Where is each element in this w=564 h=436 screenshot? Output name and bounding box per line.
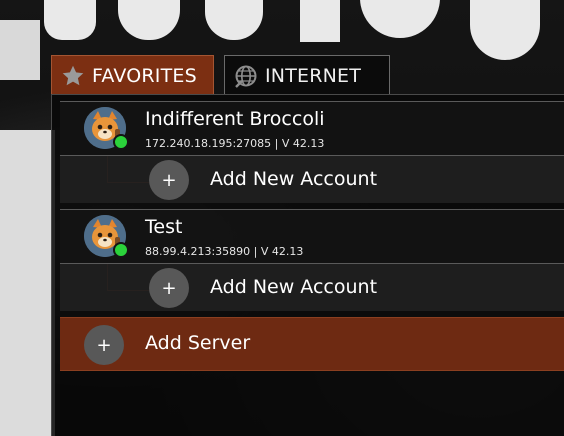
add-account-row[interactable]: + Add New Account <box>60 155 564 203</box>
add-account-button[interactable]: + <box>149 268 189 308</box>
avatar <box>84 107 129 150</box>
tab-internet[interactable]: INTERNET <box>224 55 390 95</box>
online-status-icon <box>113 242 129 258</box>
tab-favorites[interactable]: FAVORITES <box>51 55 214 95</box>
background-art <box>470 0 540 60</box>
add-account-label: Add New Account <box>210 276 378 298</box>
server-address-version: 172.240.18.195:27085 | V 42.13 <box>145 137 325 150</box>
server-address-version: 88.99.4.213:35890 | V 42.13 <box>145 245 304 258</box>
plus-icon: + <box>96 334 112 356</box>
launcher-screen: FAVORITES INTERNET Indifferent Broccoli … <box>0 0 564 436</box>
server-name: Indifferent Broccoli <box>145 108 325 130</box>
background-art <box>360 0 440 38</box>
tab-label: FAVORITES <box>92 64 197 87</box>
star-icon <box>60 63 86 89</box>
globe-icon <box>233 63 259 89</box>
plus-icon: + <box>161 277 177 299</box>
online-status-icon <box>113 134 129 150</box>
add-account-label: Add New Account <box>210 168 378 190</box>
background-art <box>300 0 340 42</box>
avatar <box>84 215 129 258</box>
add-account-row[interactable]: + Add New Account <box>60 263 564 311</box>
background-art <box>118 0 180 40</box>
plus-icon: + <box>161 169 177 191</box>
tab-label: INTERNET <box>265 64 362 87</box>
server-name: Test <box>145 216 183 238</box>
add-account-button[interactable]: + <box>149 160 189 200</box>
background-art <box>0 130 55 436</box>
add-server-row[interactable]: + Add Server <box>60 317 564 371</box>
background-art <box>44 0 96 40</box>
background-art <box>0 20 40 80</box>
server-entry[interactable]: Indifferent Broccoli 172.240.18.195:2708… <box>60 101 564 155</box>
background-art <box>205 0 263 40</box>
add-server-label: Add Server <box>145 332 251 354</box>
add-server-button[interactable]: + <box>84 325 124 365</box>
server-entry[interactable]: Test 88.99.4.213:35890 | V 42.13 <box>60 209 564 263</box>
